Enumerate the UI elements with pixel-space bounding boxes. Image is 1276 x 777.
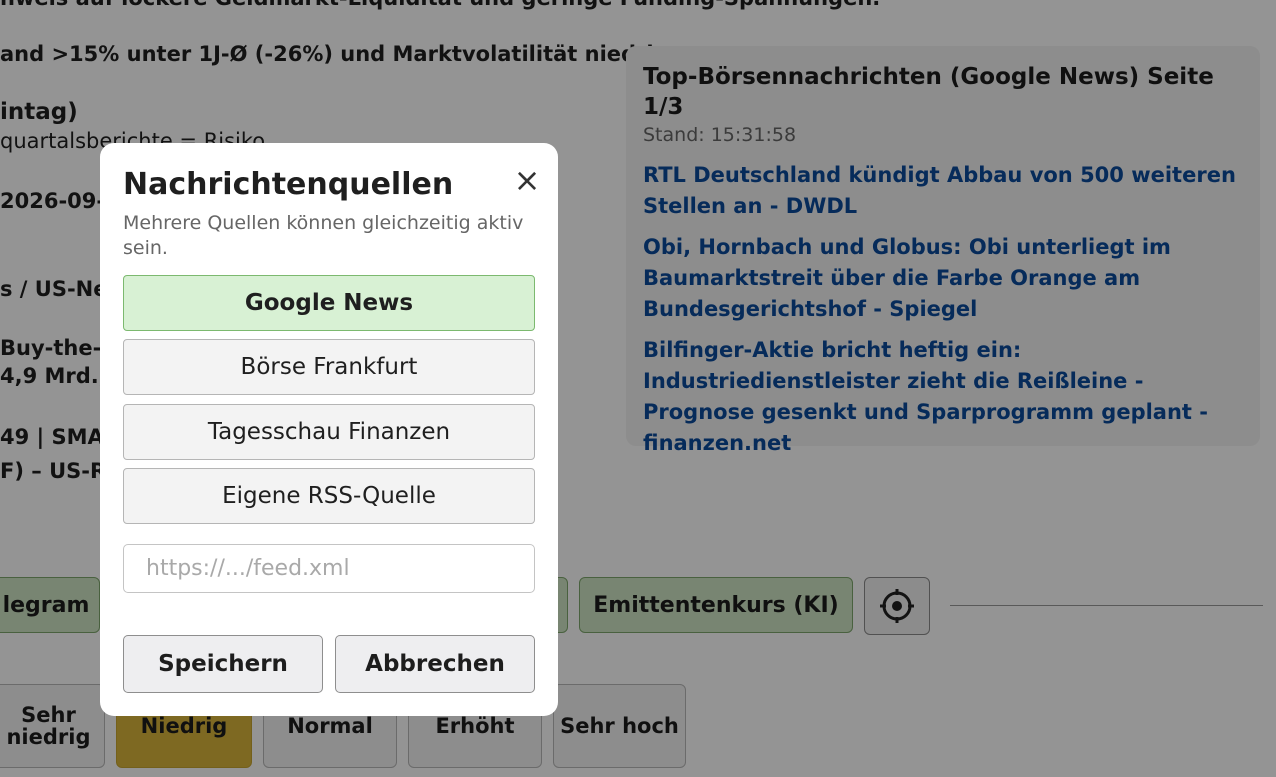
- save-button[interactable]: Speichern: [123, 635, 323, 693]
- source-button-boerse-frankfurt[interactable]: Börse Frankfurt: [123, 339, 535, 395]
- cancel-button[interactable]: Abbrechen: [335, 635, 535, 693]
- source-button-tagesschau-finanzen[interactable]: Tagesschau Finanzen: [123, 404, 535, 460]
- rss-url-input[interactable]: [123, 544, 535, 593]
- dialog-title: Nachrichtenquellen: [123, 167, 454, 202]
- source-button-custom-rss[interactable]: Eigene RSS-Quelle: [123, 468, 535, 524]
- close-icon[interactable]: ×: [512, 164, 542, 196]
- news-sources-dialog: Nachrichtenquellen × Mehrere Quellen kön…: [100, 143, 558, 716]
- source-button-google-news[interactable]: Google News: [123, 275, 535, 331]
- dialog-subtitle: Mehrere Quellen können gleichzeitig akti…: [123, 212, 524, 259]
